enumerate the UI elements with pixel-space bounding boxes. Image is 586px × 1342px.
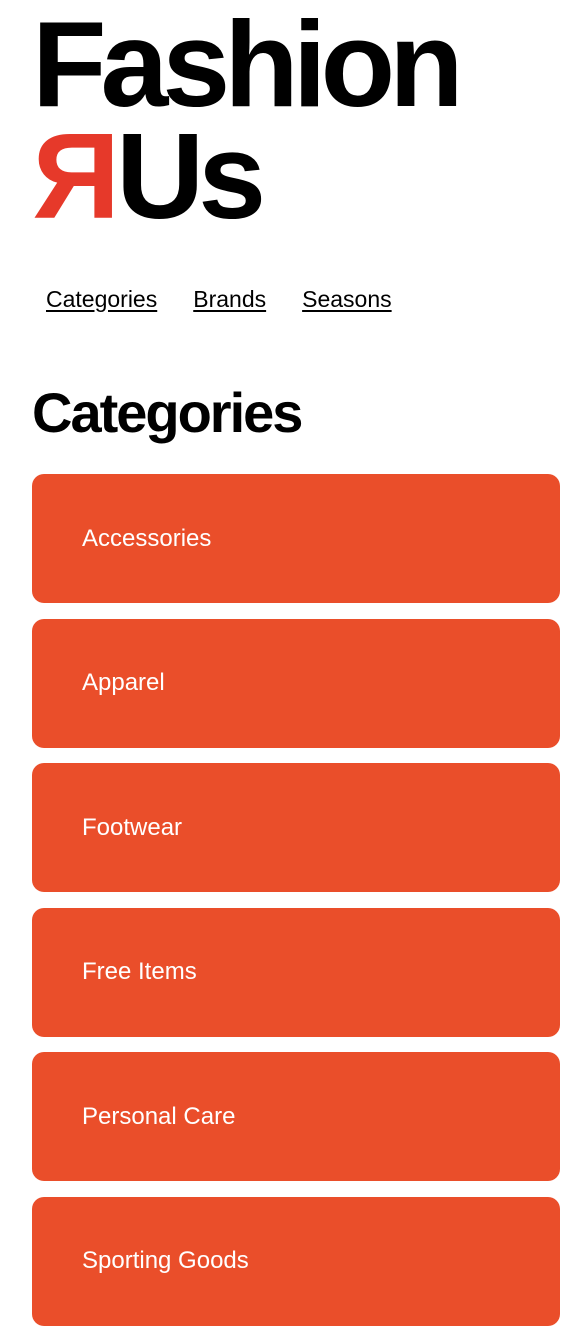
category-card-sporting-goods[interactable]: Sporting Goods	[32, 1196, 560, 1326]
category-label: Free Items	[82, 958, 197, 986]
category-card-accessories[interactable]: Accessories	[32, 474, 560, 603]
nav-link-seasons[interactable]: Seasons	[302, 283, 392, 315]
main-nav: Categories Brands Seasons	[46, 283, 392, 315]
logo-reversed-r: R	[32, 108, 121, 244]
category-card-apparel[interactable]: Apparel	[32, 618, 560, 748]
category-label: Personal Care	[82, 1102, 236, 1130]
logo-line-r-us: RUs	[32, 108, 458, 244]
category-card-personal-care[interactable]: Personal Care	[32, 1052, 560, 1182]
category-label: Footwear	[82, 813, 183, 841]
nav-link-brands[interactable]: Brands	[193, 283, 266, 315]
category-label: Sporting Goods	[82, 1247, 249, 1275]
category-card-free-items[interactable]: Free Items	[32, 907, 560, 1037]
nav-link-categories[interactable]: Categories	[46, 283, 157, 315]
category-label: Apparel	[82, 669, 165, 697]
logo-us: Us	[116, 108, 266, 244]
category-list: Accessories Apparel Footwear Free Items …	[32, 474, 560, 1342]
category-card-footwear[interactable]: Footwear	[32, 763, 560, 893]
site-logo: Fashion RUs	[32, 0, 464, 244]
category-label: Accessories	[82, 524, 212, 552]
logo-line-fashion: Fashion	[32, 0, 464, 132]
section-title: Categories	[32, 381, 303, 444]
